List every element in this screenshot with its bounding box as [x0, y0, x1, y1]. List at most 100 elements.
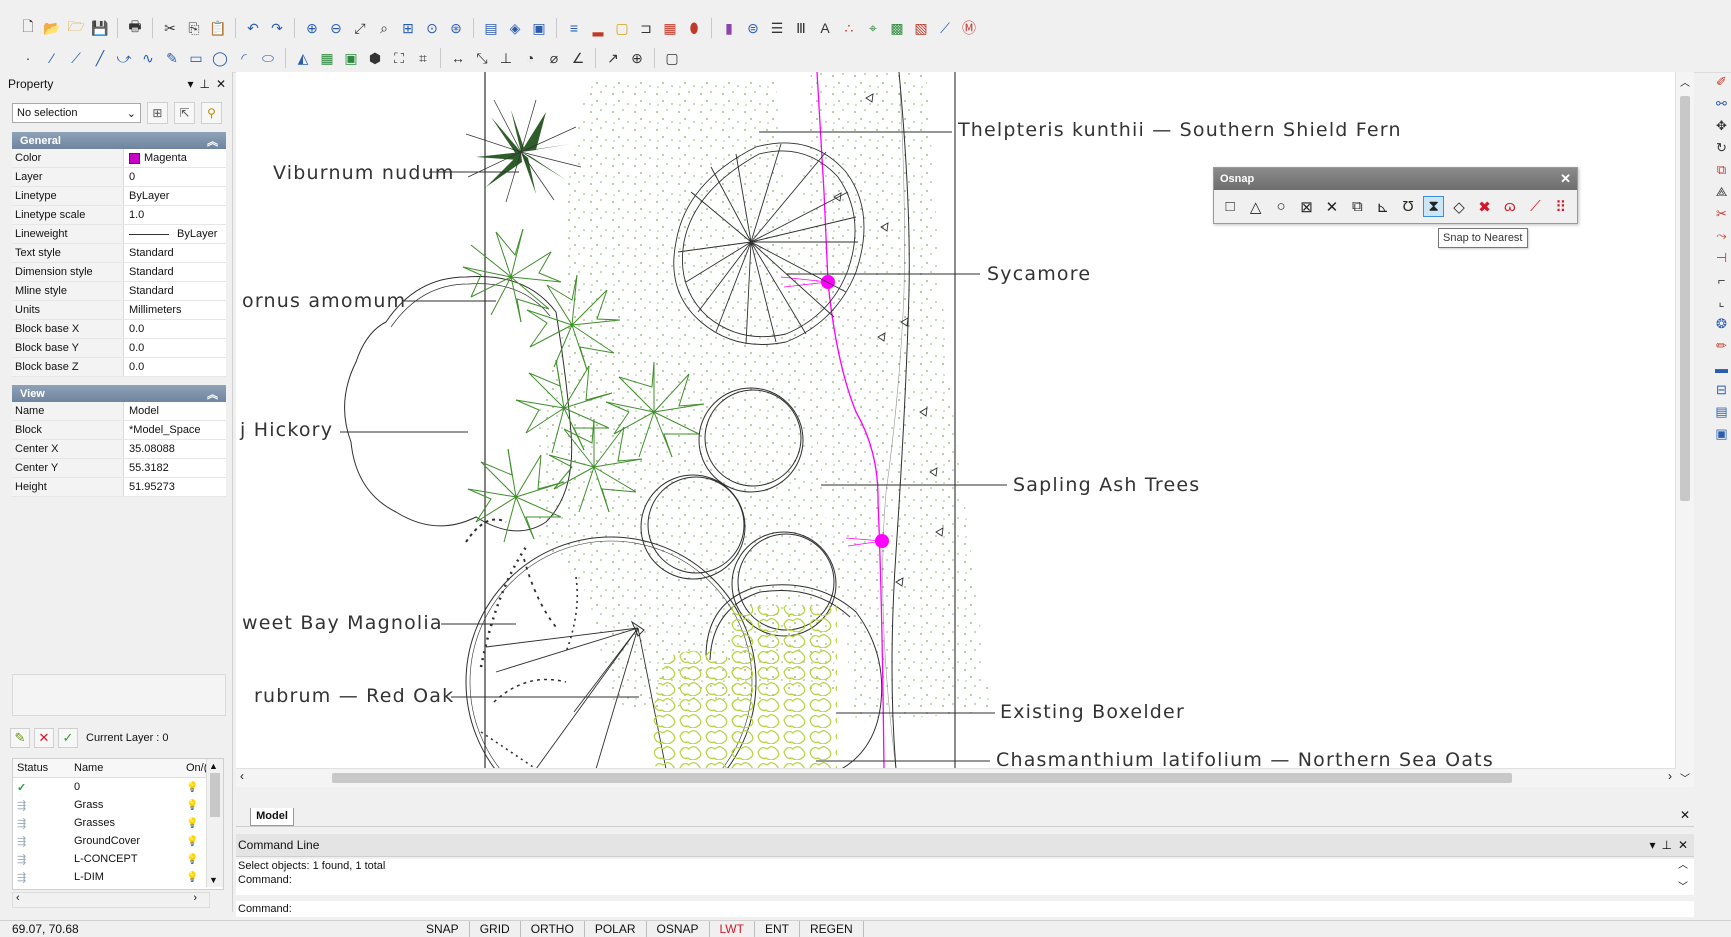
property-value[interactable]: Standard	[124, 282, 226, 300]
status-toggle-osnap[interactable]: OSNAP	[647, 921, 710, 937]
text-style-icon[interactable]: A	[815, 18, 835, 38]
design-center-icon[interactable]: ▣	[529, 18, 549, 38]
pencil-icon[interactable]: ✏	[1714, 336, 1730, 356]
property-value[interactable]: 0.0	[124, 339, 226, 357]
property-row-text-style[interactable]: Text style Standard	[12, 244, 226, 263]
quick-select-icon[interactable]: ⊞	[146, 102, 168, 124]
pin-icon[interactable]: ⊥	[199, 77, 209, 91]
print-icon[interactable]: 🖶	[125, 18, 145, 38]
open-folder-icon[interactable]: 🗁	[66, 18, 86, 38]
status-toggle-polar[interactable]: POLAR	[585, 921, 647, 937]
column-name[interactable]: Name	[72, 762, 186, 774]
raster-image-icon[interactable]: ▩	[887, 18, 907, 38]
property-value[interactable]: 51.95273	[124, 478, 226, 496]
property-row-block-base-x[interactable]: Block base X 0.0	[12, 320, 226, 339]
command-input[interactable]: Command:	[236, 901, 1694, 917]
boundary-icon[interactable]: ⛶	[389, 48, 409, 68]
scroll-right-icon[interactable]: ›	[193, 892, 197, 904]
property-value[interactable]: Magenta	[124, 149, 226, 167]
point-style-icon[interactable]: ∴	[839, 18, 859, 38]
snap-tracking-icon[interactable]: ⟋	[1525, 196, 1545, 217]
dim-linear-icon[interactable]: ↔	[448, 48, 468, 68]
select-objects-icon[interactable]: ⇱	[173, 102, 195, 124]
region-icon[interactable]: ⬢	[365, 48, 385, 68]
trim-icon[interactable]: ✂	[1714, 204, 1730, 224]
drawing-vscroll[interactable]: ︿ ﹀	[1675, 72, 1694, 787]
stretch-icon[interactable]: ⟁	[1714, 182, 1730, 202]
leader-icon[interactable]: ↗	[603, 48, 623, 68]
layer-table-hscroll[interactable]: ‹ ›	[12, 892, 210, 908]
osnap-toolbar-header[interactable]: Osnap ✕	[1214, 168, 1577, 190]
zoom-out-icon[interactable]: ⊖	[326, 18, 346, 38]
clear-snap-icon[interactable]: ✖	[1474, 196, 1494, 217]
close-icon[interactable]: ✕	[216, 77, 226, 91]
property-row-center-x[interactable]: Center X 35.08088	[12, 440, 226, 459]
redo-icon[interactable]: ↷	[267, 18, 287, 38]
rectangle-icon[interactable]: ▭	[186, 48, 206, 68]
new-layer-icon[interactable]: ✎	[10, 728, 30, 748]
node-snap-icon[interactable]: ⊠	[1296, 196, 1316, 217]
zoom-all-icon[interactable]: ⊞	[398, 18, 418, 38]
filter-icon[interactable]: ⚲	[200, 102, 223, 124]
layer-row[interactable]: ⇶ Grass 💡	[13, 796, 223, 814]
scroll-left-icon[interactable]: ‹	[16, 892, 20, 904]
dim-angular-icon[interactable]: ∠	[568, 48, 588, 68]
zoom-realtime-icon[interactable]: ⊛	[446, 18, 466, 38]
dropdown-arrow-icon[interactable]: ▾	[187, 77, 193, 91]
delete-layer-icon[interactable]: ✕	[34, 728, 54, 748]
layer-row[interactable]: ⇶ Grasses 💡	[13, 814, 223, 832]
center-snap-icon[interactable]: ○	[1271, 196, 1291, 217]
chamfer-icon[interactable]: ⌐	[1714, 270, 1730, 290]
scroll-left-icon[interactable]: ‹	[240, 769, 244, 783]
scroll-thumb[interactable]	[1680, 96, 1690, 501]
scroll-up-icon[interactable]: ▲	[209, 761, 218, 771]
save-icon[interactable]: 💾	[90, 18, 110, 38]
property-value[interactable]: 0.0	[124, 358, 226, 376]
layer-walk-icon[interactable]: ⊟	[1714, 380, 1730, 400]
zoom-window-icon[interactable]: ⌕	[374, 18, 394, 38]
scroll-down-icon[interactable]: ▼	[209, 875, 218, 885]
scale-icon[interactable]: ⧉	[1714, 160, 1730, 180]
erase-icon[interactable]: ✐	[1714, 72, 1730, 92]
properties-icon[interactable]: ▤	[481, 18, 501, 38]
scroll-down-icon[interactable]: ﹀	[1680, 770, 1690, 785]
perpendicular-snap-icon[interactable]: ⊾	[1373, 196, 1393, 217]
layer-iso-icon[interactable]: ▤	[1714, 402, 1730, 422]
center-mark-icon[interactable]: ⊕	[627, 48, 647, 68]
layer-on-bulb-icon[interactable]: 💡	[186, 890, 216, 891]
view-section-header[interactable]: View ︽	[12, 385, 226, 402]
dropdown-arrow-icon[interactable]: ▾	[1649, 838, 1655, 852]
point-icon[interactable]: ·	[18, 48, 38, 68]
hatch-icon[interactable]: ◭	[293, 48, 313, 68]
property-row-block[interactable]: Block *Model_Space	[12, 421, 226, 440]
property-row-linetype[interactable]: Linetype ByLayer	[12, 187, 226, 206]
status-toggle-grid[interactable]: GRID	[470, 921, 521, 937]
pin-icon[interactable]: ⊥	[1661, 838, 1671, 852]
property-value[interactable]: Millimeters	[124, 301, 226, 319]
arc-icon[interactable]: ◜	[234, 48, 254, 68]
rotate-icon[interactable]: ↻	[1714, 138, 1730, 158]
layer-off-icon[interactable]: ▣	[1714, 424, 1730, 444]
selection-select[interactable]: No selection ⌄	[12, 103, 141, 123]
attribute-icon[interactable]: ⊐	[636, 18, 656, 38]
line-icon[interactable]: ⁄	[42, 48, 62, 68]
column-status[interactable]: Status	[13, 762, 72, 774]
zoom-extents-icon[interactable]: ⤢	[350, 18, 370, 38]
status-toggle-ent[interactable]: ENT	[755, 921, 800, 937]
copy-object-icon[interactable]: ⚯	[1714, 94, 1730, 114]
property-value[interactable]: 1.0	[124, 206, 226, 224]
new-file-icon[interactable]: 🗋	[18, 18, 38, 38]
intersection-snap-icon[interactable]: ✕	[1322, 196, 1342, 217]
drawing-hscroll[interactable]: ‹ ›	[236, 768, 1676, 787]
layer-states-icon[interactable]: ⊜	[743, 18, 763, 38]
status-toggle-lwt[interactable]: LWT	[710, 921, 755, 937]
close-icon[interactable]: ✕	[1678, 838, 1688, 852]
block-icon[interactable]: ▢	[612, 18, 632, 38]
midpoint-snap-icon[interactable]: △	[1245, 196, 1265, 217]
dim-ordinate-icon[interactable]: ⊥	[496, 48, 516, 68]
scroll-up-icon[interactable]: ︿	[1678, 859, 1688, 873]
break-icon[interactable]: ⊣	[1714, 248, 1730, 268]
bar-chart-icon[interactable]: ▮	[719, 18, 739, 38]
general-section-header[interactable]: General ︽	[12, 132, 226, 149]
property-value[interactable]: ByLayer	[124, 187, 226, 205]
